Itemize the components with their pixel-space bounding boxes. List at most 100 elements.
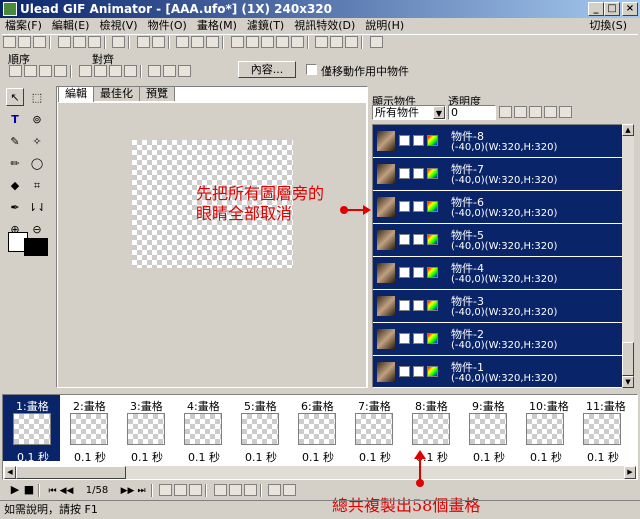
object-row[interactable]: 物件-2 (-40,0)(W:320,H:320) xyxy=(373,323,623,356)
stop-icon[interactable]: ■ xyxy=(22,483,36,496)
pointer-icon[interactable]: ↖ xyxy=(6,88,24,106)
lock-toggle[interactable] xyxy=(413,201,424,212)
lock-toggle[interactable] xyxy=(413,300,424,311)
object-color-icon[interactable] xyxy=(427,234,438,245)
send-back-icon[interactable] xyxy=(54,65,67,77)
zoom-out-icon[interactable]: ⊖ xyxy=(28,221,46,239)
new-icon[interactable] xyxy=(3,36,16,48)
play-icon[interactable]: ▶ xyxy=(8,483,22,496)
help-icon[interactable] xyxy=(369,36,383,48)
loop-icon[interactable] xyxy=(283,484,296,496)
align-right-icon[interactable] xyxy=(108,65,122,77)
next-frame-icon[interactable]: ▶▶ xyxy=(121,486,135,496)
send-backward-icon[interactable] xyxy=(39,65,52,77)
visibility-toggle[interactable] xyxy=(399,168,410,179)
frame-scrollbar[interactable]: ◀ ▶ xyxy=(4,466,636,479)
visibility-toggle[interactable] xyxy=(399,234,410,245)
align-middle-icon[interactable] xyxy=(148,65,161,77)
open-icon[interactable] xyxy=(18,36,31,48)
show-objects-select[interactable]: 所有物件 ▼ xyxy=(372,105,446,120)
delete-frame-icon[interactable] xyxy=(189,484,202,496)
lock-toggle[interactable] xyxy=(413,135,424,146)
eyedropper-icon[interactable]: ✎ xyxy=(6,133,24,151)
redo-icon[interactable] xyxy=(151,36,165,48)
frame-scroll-thumb[interactable] xyxy=(16,466,126,479)
lock-toggle[interactable] xyxy=(413,333,424,344)
scroll-right-icon[interactable]: ▶ xyxy=(624,466,636,479)
visibility-toggle[interactable] xyxy=(399,333,410,344)
frame-image-icon[interactable] xyxy=(260,36,274,48)
frame-item[interactable]: 11:畫格 0.1 秒 xyxy=(573,395,630,464)
bring-front-icon[interactable] xyxy=(9,65,22,77)
frame-item[interactable]: 10:畫格 0.1 秒 xyxy=(516,395,573,464)
ellipse-select-icon[interactable]: ◯ xyxy=(28,155,46,173)
menu-view[interactable]: 檢視(V) xyxy=(94,18,142,34)
duplicate-object-icon[interactable] xyxy=(529,106,542,118)
paste-icon[interactable] xyxy=(206,36,219,48)
frame-item[interactable]: 6:畫格 0.1 秒 xyxy=(288,395,345,464)
object-props-icon[interactable] xyxy=(559,106,572,118)
menu-frame[interactable]: 畫格(M) xyxy=(192,18,242,34)
marquee-icon[interactable]: ⬚ xyxy=(28,89,46,107)
move-only-checkbox[interactable] xyxy=(306,64,317,75)
frame-item[interactable]: 3:畫格 0.1 秒 xyxy=(117,395,174,464)
opacity-spin-icon[interactable] xyxy=(499,106,512,118)
scroll-down-icon[interactable]: ▼ xyxy=(622,376,634,388)
frame-add-icon[interactable] xyxy=(230,36,244,48)
frame-item[interactable]: 2:畫格 0.1 秒 xyxy=(60,395,117,464)
object-row[interactable]: 物件-5 (-40,0)(W:320,H:320) xyxy=(373,224,623,257)
object-color-icon[interactable] xyxy=(427,201,438,212)
menu-filter[interactable]: 濾鏡(T) xyxy=(242,18,289,34)
add-frame-icon[interactable] xyxy=(159,484,172,496)
settings-icon[interactable] xyxy=(345,36,358,48)
delete-icon[interactable] xyxy=(275,36,289,48)
object-row[interactable]: 物件-7 (-40,0)(W:320,H:320) xyxy=(373,158,623,191)
object-row[interactable]: 物件-4 (-40,0)(W:320,H:320) xyxy=(373,257,623,290)
scroll-up-icon[interactable]: ▲ xyxy=(622,124,634,136)
pen-icon[interactable]: ✒ xyxy=(6,199,24,217)
print-icon[interactable] xyxy=(57,36,71,48)
duplicate-frame-icon[interactable] xyxy=(174,484,187,496)
properties-button[interactable]: 內容... xyxy=(238,61,296,78)
object-color-icon[interactable] xyxy=(427,168,438,179)
lasso-icon[interactable]: ⊚ xyxy=(28,111,46,129)
magic-wand-icon[interactable]: ✧ xyxy=(28,133,46,151)
undo-icon[interactable] xyxy=(136,36,150,48)
close-button[interactable]: × xyxy=(622,2,638,16)
save-icon[interactable] xyxy=(33,36,46,48)
text-frame-icon[interactable] xyxy=(228,484,242,496)
scroll-left-icon[interactable]: ◀ xyxy=(4,466,16,479)
object-row[interactable]: 物件-1 (-40,0)(W:320,H:320) xyxy=(373,356,623,387)
object-row[interactable]: 物件-6 (-40,0)(W:320,H:320) xyxy=(373,191,623,224)
align-bottom-icon[interactable] xyxy=(163,65,176,77)
frame-item[interactable]: 4:畫格 0.1 秒 xyxy=(174,395,231,464)
brush-icon[interactable]: ✏ xyxy=(6,155,24,173)
object-row[interactable]: 物件-3 (-40,0)(W:320,H:320) xyxy=(373,290,623,323)
align-top-icon[interactable] xyxy=(123,65,137,77)
first-frame-icon[interactable]: ⏮ xyxy=(46,486,60,496)
visibility-toggle[interactable] xyxy=(399,201,410,212)
frame-item[interactable]: 9:畫格 0.1 秒 xyxy=(459,395,516,464)
last-frame-icon[interactable]: ⏭ xyxy=(135,486,149,496)
object-color-icon[interactable] xyxy=(427,267,438,278)
menu-edit[interactable]: 編輯(E) xyxy=(47,18,95,34)
lock-toggle[interactable] xyxy=(413,366,424,377)
chevron-down-icon[interactable]: ▼ xyxy=(433,106,445,119)
align-center-icon[interactable] xyxy=(93,65,107,77)
align-left-icon[interactable] xyxy=(78,65,92,77)
split-icon[interactable]: ⇂⇃ xyxy=(28,199,46,217)
ref-frame-icon[interactable] xyxy=(268,484,281,496)
minimize-button[interactable]: _ xyxy=(588,2,604,16)
menu-switch[interactable]: 切換(S) xyxy=(584,18,632,34)
object-color-icon[interactable] xyxy=(427,366,438,377)
frame-item[interactable]: 5:畫格 0.1 秒 xyxy=(231,395,288,464)
prev-frame-icon[interactable]: ◀◀ xyxy=(60,486,74,496)
bring-forward-icon[interactable] xyxy=(24,65,37,77)
maximize-button[interactable]: □ xyxy=(604,2,620,16)
opacity-input[interactable]: 0 xyxy=(448,105,496,120)
menu-video-fx[interactable]: 視訊特效(D) xyxy=(289,18,360,34)
crop-icon[interactable]: ⌗ xyxy=(28,177,46,195)
object-color-icon[interactable] xyxy=(427,300,438,311)
new-object-icon[interactable] xyxy=(514,106,527,118)
lock-toggle[interactable] xyxy=(413,234,424,245)
